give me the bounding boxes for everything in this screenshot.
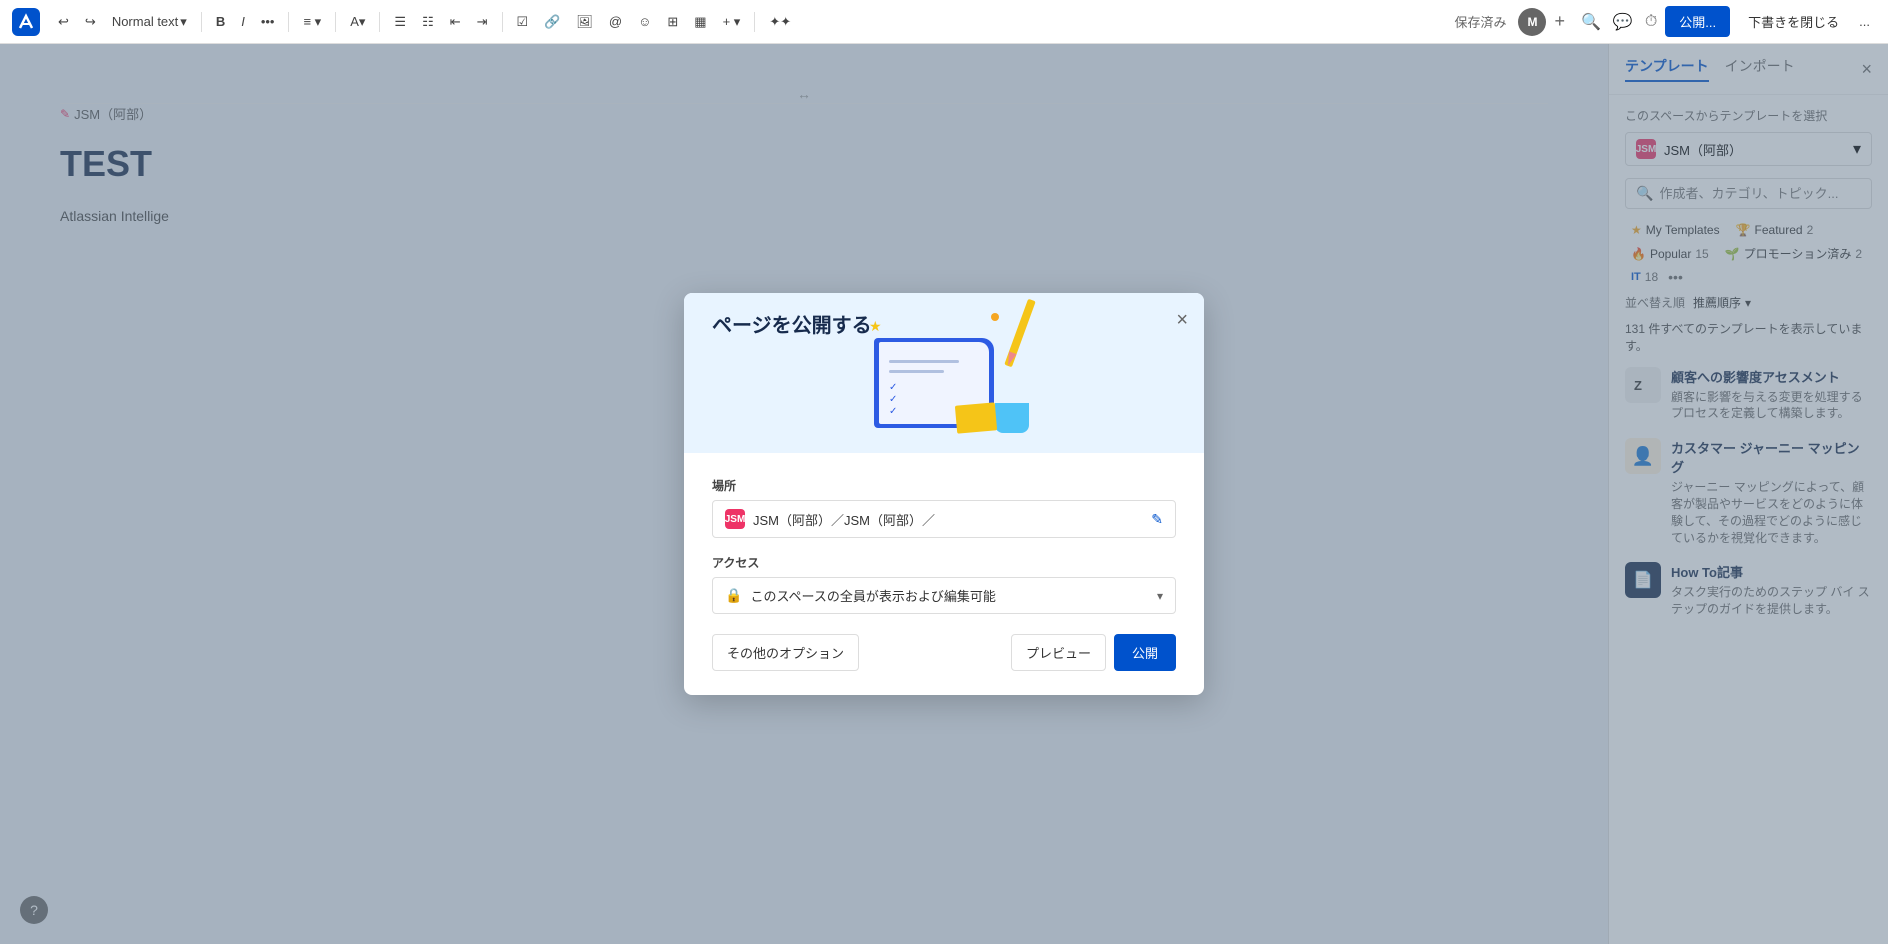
separator-2 <box>288 12 289 32</box>
notebook <box>955 402 997 433</box>
access-chevron-icon: ▾ <box>1157 589 1163 603</box>
publish-button[interactable]: 公開... <box>1665 6 1730 37</box>
separator-5 <box>502 12 503 32</box>
dialog-close-button[interactable]: × <box>1176 309 1188 332</box>
preview-button[interactable]: プレビュー <box>1011 634 1106 671</box>
pencil <box>1004 299 1035 368</box>
star-decoration: ★ <box>869 318 882 335</box>
book-check2: ✓ <box>889 394 897 405</box>
align-button[interactable]: ≡ ▾ <box>297 10 327 34</box>
link-button[interactable]: 🔗 <box>538 10 566 34</box>
mention-button[interactable]: @ <box>603 10 628 33</box>
publish-dialog: ページを公開する × ✓ ✓ ✓ ★ <box>684 293 1204 695</box>
redo-button[interactable]: ↪ <box>79 10 102 34</box>
emoji-button[interactable]: ☺ <box>632 10 657 33</box>
access-label: アクセス <box>712 554 1176 571</box>
location-edit-icon[interactable]: ✎ <box>1151 511 1163 528</box>
bold-button[interactable]: B <box>210 10 231 33</box>
more-text-button[interactable]: ••• <box>255 10 281 33</box>
location-value: JSM（阿部）／JSM（阿部）／ <box>753 510 935 529</box>
checkbox-button[interactable]: ☑ <box>511 10 535 34</box>
color-button[interactable]: A▾ <box>344 10 371 34</box>
add-button[interactable]: + <box>1554 11 1565 32</box>
close-draft-button[interactable]: 下書きを閉じる <box>1738 6 1849 37</box>
book-check3: ✓ <box>889 406 897 417</box>
dialog-hero: ページを公開する × ✓ ✓ ✓ ★ <box>684 293 1204 453</box>
italic-button[interactable]: I <box>235 10 251 33</box>
access-field[interactable]: 🔒 このスペースの全員が表示および編集可能 ▾ <box>712 577 1176 614</box>
insert-button[interactable]: + ▾ <box>717 10 747 34</box>
dot-decoration <box>991 313 999 321</box>
location-field: JSM JSM（阿部）／JSM（阿部）／ ✎ <box>712 500 1176 538</box>
app-logo[interactable] <box>12 8 40 36</box>
pencil-tip <box>1004 351 1016 367</box>
bullet-list-button[interactable]: ☰ <box>388 10 412 34</box>
indent-button[interactable]: ⇥ <box>471 10 494 34</box>
user-avatar[interactable]: M <box>1518 8 1546 36</box>
numbered-list-button[interactable]: ☷ <box>416 10 440 34</box>
ai-button[interactable]: ✦✦ <box>763 10 797 34</box>
undo-button[interactable]: ↩ <box>52 10 75 34</box>
comments-button[interactable]: 💬 <box>1609 8 1637 36</box>
dialog-overlay: ページを公開する × ✓ ✓ ✓ ★ <box>0 44 1888 944</box>
location-label: 場所 <box>712 477 1176 494</box>
location-space-icon: JSM <box>725 509 745 529</box>
separator-4 <box>379 12 380 32</box>
publish-confirm-button[interactable]: 公開 <box>1114 634 1176 671</box>
text-style-dropdown[interactable]: Normal text ▾ <box>106 10 193 34</box>
separator-1 <box>201 12 202 32</box>
location-inner: JSM JSM（阿部）／JSM（阿部）／ <box>725 509 935 529</box>
cup-handle <box>1017 413 1027 429</box>
table-button[interactable]: ⊞ <box>661 10 684 34</box>
separator-3 <box>335 12 336 32</box>
layout-button[interactable]: ▦ <box>688 10 712 34</box>
history-button[interactable]: ⏱ <box>1641 9 1661 35</box>
book-line2 <box>889 370 944 373</box>
book-illustration: ✓ ✓ ✓ ★ <box>854 308 1034 438</box>
toolbar: ↩ ↪ Normal text ▾ B I ••• ≡ ▾ A▾ ☰ ☷ ⇤ ⇥… <box>0 0 1888 44</box>
dialog-footer: その他のオプション プレビュー 公開 <box>712 634 1176 671</box>
book-check1: ✓ <box>889 382 897 393</box>
dialog-title: ページを公開する <box>712 309 872 338</box>
cup <box>995 403 1029 433</box>
dialog-body: 場所 JSM JSM（阿部）／JSM（阿部）／ ✎ アクセス 🔒 このスペースの… <box>684 453 1204 695</box>
lock-icon: 🔒 <box>725 587 742 604</box>
access-value: このスペースの全員が表示および編集可能 <box>750 586 995 605</box>
separator-6 <box>754 12 755 32</box>
more-options-button[interactable]: その他のオプション <box>712 634 859 671</box>
book-line1 <box>889 360 959 363</box>
access-inner: 🔒 このスペースの全員が表示および編集可能 <box>725 586 996 605</box>
search-button[interactable]: 🔍 <box>1577 8 1605 36</box>
more-actions-button[interactable]: ... <box>1853 10 1876 33</box>
image-button[interactable]: 🖼 <box>570 10 599 34</box>
dialog-actions: プレビュー 公開 <box>1011 634 1176 671</box>
save-status: 保存済み <box>1454 12 1506 31</box>
outdent-button[interactable]: ⇤ <box>444 10 467 34</box>
